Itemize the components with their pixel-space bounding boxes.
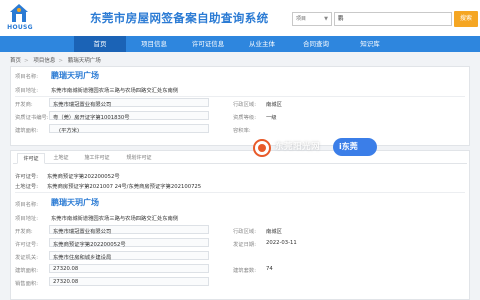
grade-value: 一级 <box>266 115 277 121</box>
main-nav: 首页 项目信息 许可证信息 从业主体 合同查询 知识库 <box>0 36 480 52</box>
units-value: 74 <box>266 266 273 272</box>
watermark-logo-icon <box>253 139 271 157</box>
grade-label: 资质等级: <box>233 115 256 121</box>
permit-tabs: 许可证 土地证 施工许可证 规划许可证 <box>13 153 467 164</box>
breadcrumb-current: 鹏瑞天玥广场 <box>67 58 101 64</box>
date-value: 2022-03-11 <box>266 240 297 246</box>
tab-land[interactable]: 土地证 <box>47 153 75 164</box>
issuer-value: 东莞市住房和城乡建设局 <box>53 255 112 261</box>
sale-area-label: 销售面积: <box>15 281 38 287</box>
nav-item-permits[interactable]: 许可证信息 <box>182 36 234 52</box>
district-value: 南城区 <box>266 102 282 108</box>
date-label: 发证日期: <box>233 242 256 248</box>
cert-value: 粤（莞）房开证字第1001830号 <box>53 115 130 121</box>
breadcrumb-separator: > <box>24 58 29 64</box>
address-value: 东莞市南城街道雅园农场三路与农场四路交汇处东南侧 <box>51 216 179 222</box>
permit-value: 东莞商预证字第202200052号 <box>53 242 126 248</box>
tab-planning[interactable]: 规划许可证 <box>119 153 159 164</box>
breadcrumb-projects[interactable]: 项目信息 <box>33 58 55 64</box>
site-logo[interactable]: HOUSG <box>6 2 33 34</box>
house-logo-icon <box>10 4 28 22</box>
nav-item-home[interactable]: 首页 <box>74 36 126 52</box>
search-button[interactable]: 搜索 <box>454 11 478 27</box>
search-type-select[interactable]: 项目 ▼ <box>292 12 332 26</box>
watermark-badge: i东莞 <box>333 138 377 156</box>
building-area-label: 建筑面积: <box>15 268 38 274</box>
developer-value: 东莞市瑞冠置业有限公司 <box>53 102 112 108</box>
permit-label: 许可证号: <box>15 242 38 248</box>
watermark: 东莞阳光网 i东莞 <box>253 138 383 158</box>
address-value: 东莞市南城街道雅园农场三路与农场四路交汇处东南侧 <box>51 88 179 94</box>
nav-item-agencies[interactable]: 从业主体 <box>236 36 288 52</box>
divider <box>15 96 465 97</box>
district-label: 开发商: <box>15 229 33 235</box>
district-label: 行政区域: <box>233 102 256 108</box>
developer-value: 东莞市瑞冠置业有限公司 <box>53 229 112 235</box>
issuer-label: 发证机关: <box>15 255 38 261</box>
land-no-value: 东莞商房预证字第2021007 24号/东莞商房预证字第202100725 <box>47 184 202 190</box>
site-title: 东莞市房屋网签备案自助查询系统 <box>90 11 269 25</box>
sale-area-value: 27320.08 <box>53 279 79 285</box>
nav-item-contracts[interactable]: 合同查询 <box>290 36 342 52</box>
nav-item-knowledge[interactable]: 知识库 <box>344 36 396 52</box>
breadcrumb: 首页 > 项目信息 > 鹏瑞天玥广场 <box>10 56 104 64</box>
project-title: 鹏瑞天玥广场 <box>51 71 99 80</box>
watermark-badge-text: i东莞 <box>339 142 358 151</box>
nav-item-projects[interactable]: 项目信息 <box>128 36 180 52</box>
search-type-value: 项目 <box>296 16 307 22</box>
cert-label: 资质证书编号: <box>15 115 49 121</box>
divider <box>15 192 465 193</box>
site-header: HOUSG 东莞市房屋网签备案自助查询系统 项目 ▼ 鹏 搜索 <box>0 0 480 36</box>
project-title: 鹏瑞天玥广场 <box>51 198 99 207</box>
address-label: 项目地址: <box>15 88 38 94</box>
area-label: 建筑面积: <box>15 128 38 134</box>
breadcrumb-separator: > <box>58 58 63 64</box>
project-summary-panel: 项目名称: 鹏瑞天玥广场 项目地址: 东莞市南城街道雅园农场三路与农场四路交汇处… <box>10 66 470 146</box>
breadcrumb-home[interactable]: 首页 <box>10 58 21 64</box>
chevron-down-icon: ▼ <box>324 16 328 22</box>
project-label: 项目名称: <box>15 202 38 208</box>
units-label: 建筑套数: <box>233 268 256 274</box>
permit-no-label: 许可证号: <box>15 174 38 180</box>
district-value: 南城区 <box>266 229 282 235</box>
address-label: 项目地址: <box>15 216 38 222</box>
tab-construction[interactable]: 施工许可证 <box>77 153 117 164</box>
search-input[interactable]: 鹏 <box>334 12 452 26</box>
land-no-label: 土地证号: <box>15 184 38 190</box>
watermark-text: 东莞阳光网 <box>275 142 321 152</box>
building-area-value: 27320.08 <box>53 266 79 272</box>
developer-label: 开发商: <box>15 102 33 108</box>
project-name-label: 项目名称: <box>15 74 38 80</box>
permit-no-value: 东莞商预证字第202200052号 <box>47 174 120 180</box>
usage-label: 容积率: <box>233 128 251 134</box>
area-value: (平方米) <box>59 128 80 134</box>
permit-detail-panel: 许可证 土地证 施工许可证 规划许可证 许可证号: 东莞商预证字第2022000… <box>10 150 470 300</box>
tab-permit[interactable]: 许可证 <box>17 153 45 164</box>
logo-text: HOUSG <box>7 24 33 31</box>
district-label: 行政区域: <box>233 229 256 235</box>
